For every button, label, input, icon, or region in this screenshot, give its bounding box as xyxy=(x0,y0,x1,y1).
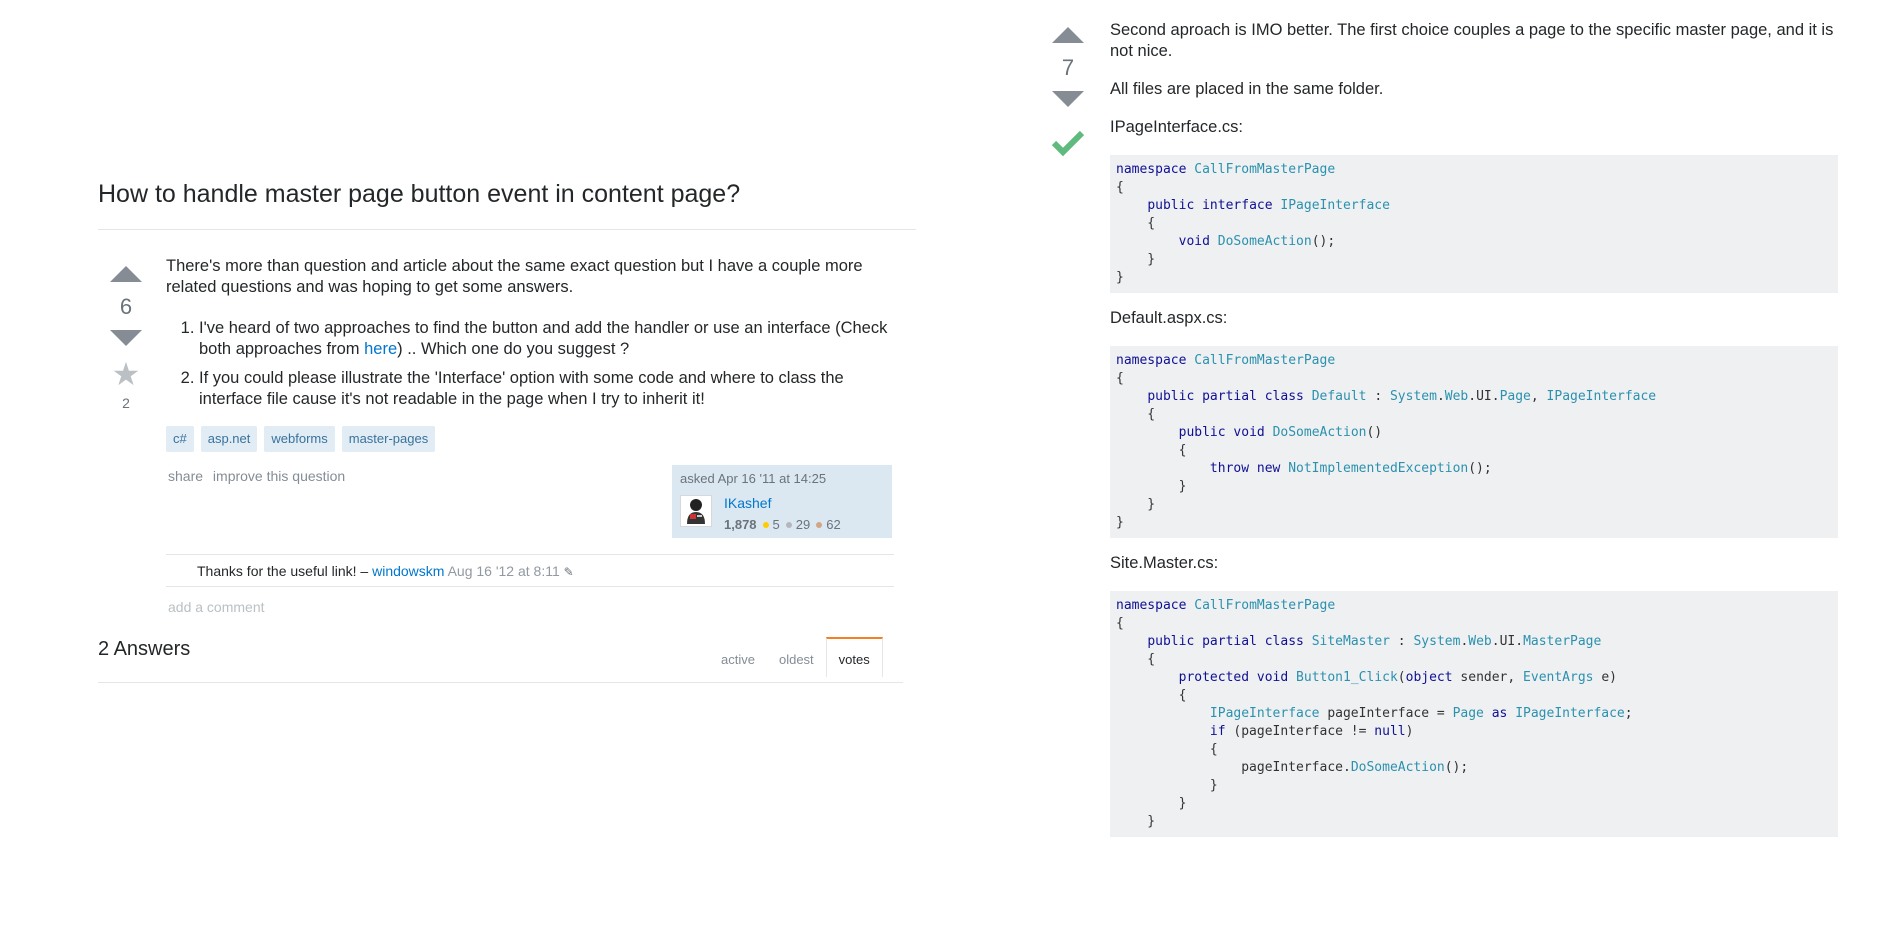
tab-active[interactable]: active xyxy=(709,637,767,677)
tag-csharp[interactable]: c# xyxy=(166,426,194,452)
favorite-count: 2 xyxy=(122,395,130,411)
silver-badge-icon xyxy=(785,522,792,529)
tag-aspnet[interactable]: asp.net xyxy=(200,426,258,452)
code-block-default: namespace CallFromMasterPage { public pa… xyxy=(1110,346,1838,538)
comment-date[interactable]: Aug 16 '12 at 8:11 xyxy=(448,563,560,579)
downvote-arrow-icon[interactable] xyxy=(1052,91,1084,107)
question-title[interactable]: How to handle master page button event i… xyxy=(98,178,740,210)
question-list-item: If you could please illustrate the 'Inte… xyxy=(199,368,896,410)
answer-paragraph: All files are placed in the same folder. xyxy=(1110,80,1384,98)
asked-date: asked Apr 16 '11 at 14:25 xyxy=(680,471,827,486)
post-menu: share improve this question xyxy=(168,468,351,484)
answer-sort-tabs: active oldest votes xyxy=(709,637,883,677)
list-item-text: ) .. Which one do you suggest ? xyxy=(397,340,630,358)
reputation-score: 1,878 xyxy=(724,517,757,532)
comment-text: Thanks for the useful link! – xyxy=(197,563,369,579)
owner-name-link[interactable]: IKashef xyxy=(724,495,841,511)
here-link[interactable]: here xyxy=(364,340,397,358)
downvote-arrow-icon[interactable] xyxy=(110,330,142,346)
upvote-arrow-icon[interactable] xyxy=(110,266,142,282)
tab-votes[interactable]: votes xyxy=(825,637,883,677)
comment-user-link[interactable]: windowskm xyxy=(372,563,444,579)
question-list: I've heard of two approaches to find the… xyxy=(166,318,896,410)
pencil-icon[interactable]: ✎ xyxy=(564,565,574,579)
answer-paragraph: Second aproach is IMO better. The first … xyxy=(1110,21,1834,60)
answers-count-header: 2 Answers xyxy=(98,638,191,660)
comment: Thanks for the useful link! – windowskm … xyxy=(197,563,574,579)
owner-card: asked Apr 16 '11 at 14:25 IKashef 1,878 5… xyxy=(672,465,892,538)
answer-vote-count: 7 xyxy=(1061,55,1075,80)
gold-badge-count: 5 xyxy=(772,517,780,532)
accepted-check-icon xyxy=(1051,129,1085,157)
add-comment-link[interactable]: add a comment xyxy=(168,599,265,615)
answer-vote-cell: 7 xyxy=(1042,27,1094,157)
silver-badge-count: 29 xyxy=(795,517,811,532)
owner-stats: 1,878 5 29 62 xyxy=(724,517,841,532)
gold-badge-icon xyxy=(762,522,769,529)
tag-list: c# asp.net webforms master-pages xyxy=(166,426,436,452)
share-link[interactable]: share xyxy=(168,468,203,484)
question-body: There's more than question and article a… xyxy=(166,256,896,418)
question-vote-cell: 6 ★ 2 xyxy=(100,266,152,412)
bronze-badge-count: 62 xyxy=(826,517,841,532)
tag-master-pages[interactable]: master-pages xyxy=(341,426,436,452)
code-block-ipageinterface: namespace CallFromMasterPage { public in… xyxy=(1110,155,1838,293)
title-divider xyxy=(98,229,916,230)
upvote-arrow-icon[interactable] xyxy=(1052,27,1084,43)
favorite-star-icon[interactable]: ★ xyxy=(100,358,152,390)
bronze-badge-icon xyxy=(816,522,823,529)
file-label: Site.Master.cs: xyxy=(1110,554,1219,572)
avatar-image-icon xyxy=(687,499,705,524)
file-label: Default.aspx.cs: xyxy=(1110,309,1228,327)
question-intro: There's more than question and article a… xyxy=(166,257,863,296)
answer-body: Second aproach is IMO better. The first … xyxy=(1110,20,1838,852)
comments-divider-bottom xyxy=(166,586,894,587)
improve-question-link[interactable]: improve this question xyxy=(213,468,345,484)
owner-info: IKashef 1,878 5 29 62 xyxy=(724,495,841,532)
file-label: IPageInterface.cs: xyxy=(1110,118,1243,136)
tab-oldest[interactable]: oldest xyxy=(767,637,826,677)
question-vote-count: 6 xyxy=(119,294,133,319)
comments-divider-top xyxy=(166,554,894,555)
avatar[interactable] xyxy=(680,495,712,527)
answers-divider xyxy=(98,682,903,683)
tag-webforms[interactable]: webforms xyxy=(264,426,335,452)
code-block-sitemaster: namespace CallFromMasterPage { public pa… xyxy=(1110,591,1838,837)
question-list-item: I've heard of two approaches to find the… xyxy=(199,318,896,360)
